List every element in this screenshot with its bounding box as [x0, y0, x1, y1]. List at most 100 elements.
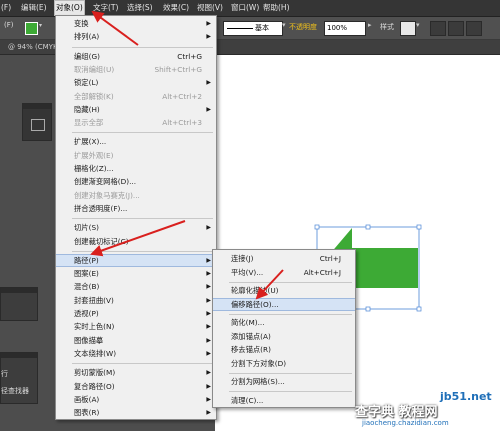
object-menu-item[interactable]: 创建裁切标记(C)	[56, 235, 216, 248]
menu-separator	[229, 372, 352, 374]
path-submenu-item-shortcut: Ctrl+J	[319, 254, 341, 263]
object-menu-item-label: 扩展(X)...	[74, 137, 107, 147]
path-submenu-item[interactable]: 轮廓化描边(U)	[213, 284, 355, 297]
selection-handle[interactable]	[365, 306, 371, 312]
menu-separator	[72, 363, 213, 365]
submenu-arrow-icon: ▶	[206, 283, 211, 291]
selection-handle[interactable]	[416, 224, 422, 230]
submenu-arrow-icon: ▶	[206, 224, 211, 232]
path-submenu-item[interactable]: 移去锚点(R)	[213, 343, 355, 356]
object-menu-item[interactable]: 复合路径(O) ▶	[56, 380, 216, 393]
object-menu-item-label: 实时上色(N)	[74, 322, 115, 332]
selection-handle[interactable]	[365, 224, 371, 230]
path-submenu: 连接(J) Ctrl+J 平均(V)... Alt+Ctrl+J 轮廓化描边(U) 偏移路…	[212, 249, 356, 408]
object-menu-item[interactable]: 变换 ▶	[56, 17, 216, 30]
object-menu-item[interactable]: 编组(G) Ctrl+G	[56, 50, 216, 63]
object-menu-item[interactable]: 显示全部 Alt+Ctrl+3	[56, 116, 216, 129]
object-menu-item[interactable]: 锁定(L) ▶	[56, 76, 216, 89]
object-menu-item-label: 变换	[74, 19, 89, 28]
path-submenu-item-label: 轮廓化描边(U)	[231, 286, 279, 295]
path-submenu-item[interactable]: 平均(V)... Alt+Ctrl+J	[213, 266, 355, 279]
object-menu-item[interactable]: 剪切蒙版(M) ▶	[56, 366, 216, 379]
path-submenu-item-label: 平均(V)...	[231, 267, 264, 277]
menu-separator	[72, 46, 213, 48]
menu-separator	[72, 218, 213, 220]
object-menu-item-shortcut: Ctrl+G	[177, 51, 202, 61]
object-menu-item-label: 创建裁切标记(C)	[74, 236, 129, 246]
object-menu-item-label: 编组(G)	[74, 51, 100, 61]
object-menu-item[interactable]: 创建渐变网格(D)...	[56, 175, 216, 188]
object-menu-item-label: 排列(A)	[74, 32, 100, 42]
selection-handle[interactable]	[314, 224, 320, 230]
submenu-arrow-icon: ▶	[206, 369, 211, 377]
path-submenu-item-shortcut: Alt+Ctrl+J	[303, 267, 341, 277]
submenu-arrow-icon: ▶	[206, 105, 211, 113]
object-menu-item-label: 创建渐变网格(D)...	[74, 177, 137, 187]
path-submenu-item[interactable]: 分割为网格(S)...	[213, 375, 355, 388]
submenu-arrow-icon: ▶	[206, 79, 211, 87]
object-menu-item-shortcut: Alt+Ctrl+3	[162, 118, 202, 128]
object-menu-item-label: 取消编组(U)	[74, 64, 115, 74]
object-menu-item[interactable]: 取消编组(U) Shift+Ctrl+G	[56, 63, 216, 76]
object-menu-item-label: 混合(B)	[74, 282, 100, 292]
path-submenu-item-label: 分割为网格(S)...	[231, 377, 285, 386]
path-submenu-item[interactable]: 清理(C)...	[213, 394, 355, 407]
object-menu-item[interactable]: 隐藏(H) ▶	[56, 103, 216, 116]
object-menu-item[interactable]: 混合(B) ▶	[56, 280, 216, 293]
submenu-arrow-icon: ▶	[206, 409, 211, 417]
object-menu-item[interactable]: 图表(R) ▶	[56, 406, 216, 419]
object-menu-item[interactable]: 全部解锁(K) Alt+Ctrl+2	[56, 90, 216, 103]
object-menu-item[interactable]: 透视(P) ▶	[56, 307, 216, 320]
object-menu-item[interactable]: 封套扭曲(V) ▶	[56, 294, 216, 307]
object-menu-item[interactable]: 切片(S) ▶	[56, 221, 216, 234]
submenu-arrow-icon: ▶	[206, 20, 211, 27]
path-submenu-item[interactable]: 简化(M)...	[213, 316, 355, 329]
selection-handle[interactable]	[416, 306, 422, 312]
submenu-arrow-icon: ▶	[206, 310, 211, 317]
path-submenu-item-label: 清理(C)...	[231, 395, 264, 405]
object-menu-item-label: 画板(A)	[74, 394, 100, 404]
object-menu-item-shortcut: Alt+Ctrl+2	[162, 91, 202, 101]
object-menu-item-label: 透视(P)	[74, 309, 99, 318]
watermark-url: jiaocheng.chazidian.com	[362, 419, 449, 427]
path-submenu-item[interactable]: 分割下方对象(D)	[213, 357, 355, 370]
menu-separator	[229, 281, 352, 283]
submenu-arrow-icon: ▶	[206, 33, 211, 41]
menu-separator	[72, 132, 213, 134]
object-menu-item[interactable]: 图像描摹 ▶	[56, 334, 216, 347]
object-menu-item-label: 图像描摹	[74, 335, 104, 345]
path-submenu-item-label: 移去锚点(R)	[231, 345, 271, 354]
object-menu-item-label: 复合路径(O)	[74, 381, 115, 391]
object-menu-item-shortcut: Shift+Ctrl+G	[154, 64, 202, 74]
submenu-arrow-icon: ▶	[206, 349, 211, 357]
path-submenu-item-label: 简化(M)...	[231, 318, 265, 327]
object-menu-item[interactable]: 图案(E) ▶	[56, 267, 216, 280]
object-menu-item-label: 图表(R)	[74, 408, 100, 418]
object-menu-item[interactable]: 路径(P) ▶	[56, 253, 216, 267]
object-menu-item[interactable]: 拼合透明度(F)...	[56, 202, 216, 215]
object-menu-item-label: 显示全部	[74, 118, 104, 128]
path-submenu-item-label: 添加锚点(A)	[231, 331, 271, 341]
object-menu-item-label: 锁定(L)	[74, 78, 99, 88]
object-menu: 变换 ▶ 排列(A) ▶ 编组(G) Ctrl+G 取消编组(U) Shift+Ctrl+G 锁…	[55, 15, 217, 420]
object-menu-item-label: 创建对象马赛克(J)...	[74, 190, 140, 200]
object-menu-item[interactable]: 文本绕排(W) ▶	[56, 347, 216, 360]
object-menu-item[interactable]: 实时上色(N) ▶	[56, 320, 216, 333]
object-menu-item-label: 文本绕排(W)	[74, 348, 117, 358]
object-menu-item-label: 扩展外观(E)	[74, 150, 114, 160]
object-menu-item[interactable]: 栅格化(Z)...	[56, 162, 216, 175]
object-menu-item-label: 全部解锁(K)	[74, 91, 114, 101]
object-menu-item-label: 剪切蒙版(M)	[74, 368, 116, 378]
path-submenu-item[interactable]: 偏移路径(O)...	[213, 297, 355, 311]
object-menu-item[interactable]: 创建对象马赛克(J)...	[56, 189, 216, 202]
object-menu-item-label: 路径(P)	[74, 255, 99, 265]
object-menu-item[interactable]: 扩展外观(E)	[56, 149, 216, 162]
object-menu-item[interactable]: 排列(A) ▶	[56, 30, 216, 43]
object-menu-item[interactable]: 画板(A) ▶	[56, 393, 216, 406]
path-submenu-item[interactable]: 添加锚点(A)	[213, 330, 355, 343]
object-menu-item[interactable]: 扩展(X)...	[56, 135, 216, 148]
submenu-arrow-icon: ▶	[206, 323, 211, 331]
path-submenu-item[interactable]: 连接(J) Ctrl+J	[213, 252, 355, 265]
submenu-arrow-icon: ▶	[206, 296, 211, 304]
submenu-arrow-icon: ▶	[206, 395, 211, 403]
